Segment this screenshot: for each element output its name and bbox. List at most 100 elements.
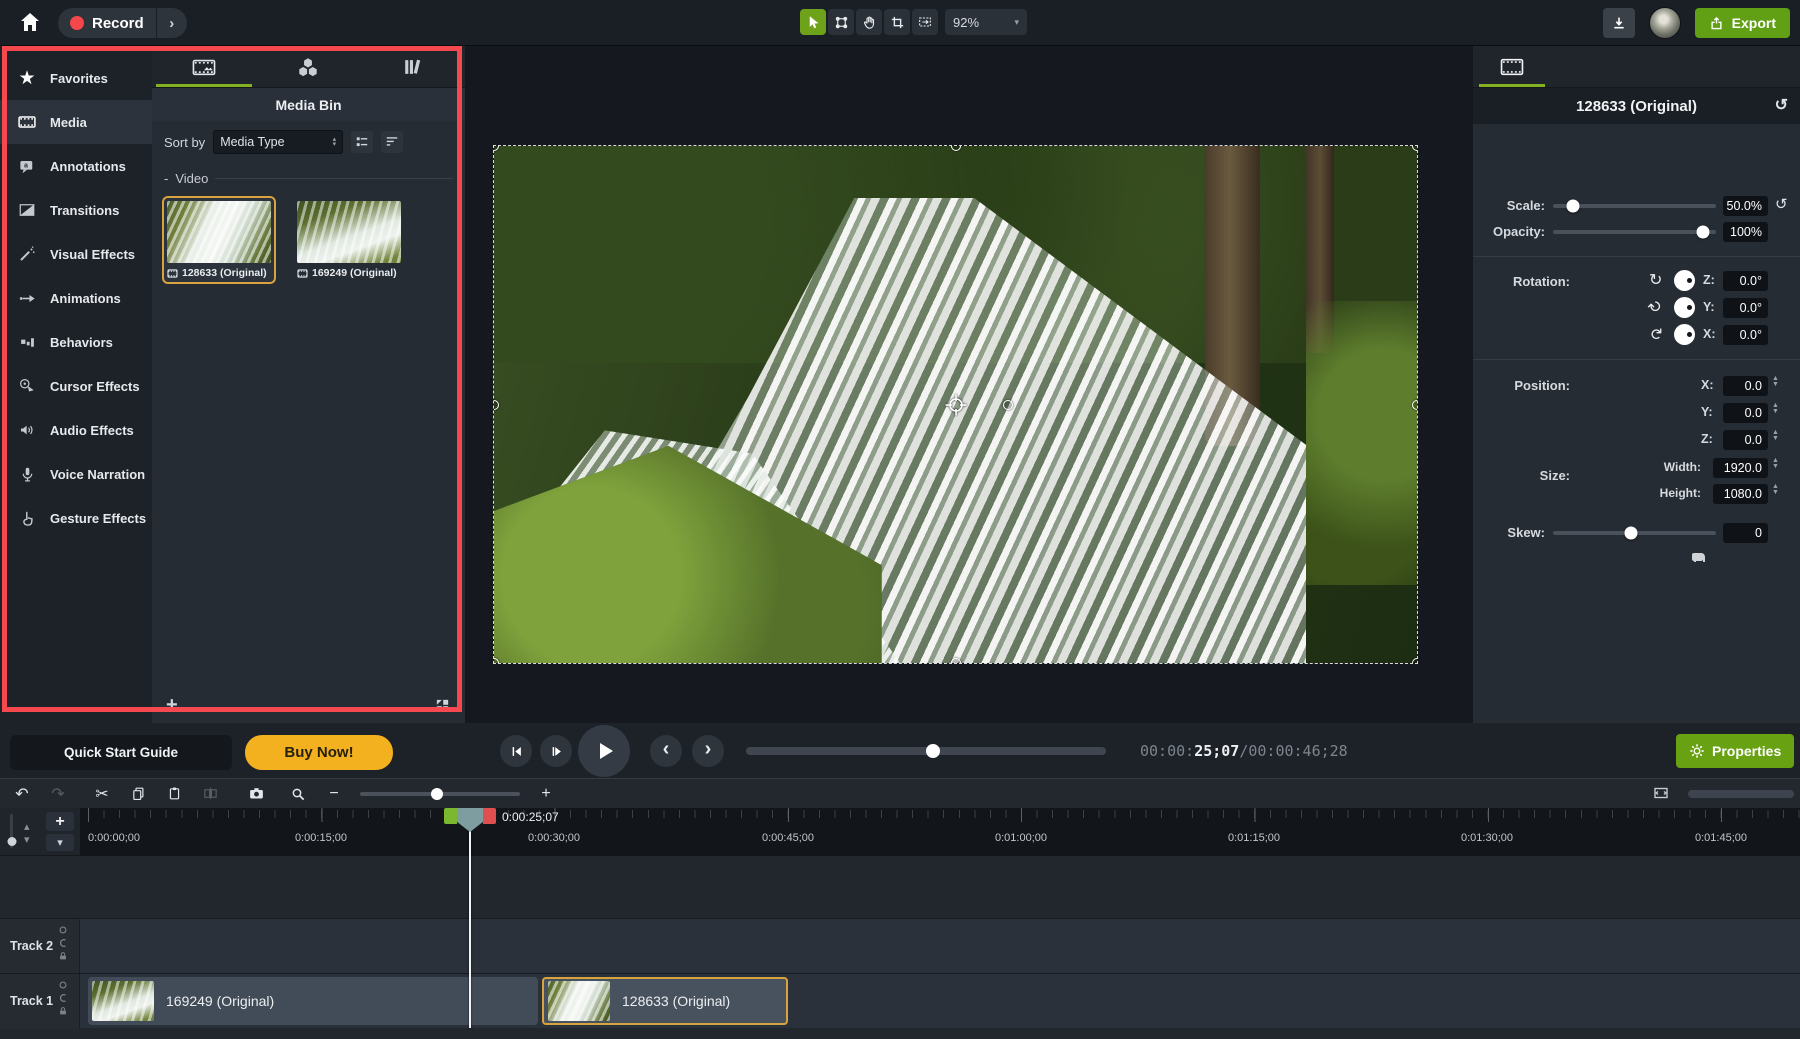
properties-toggle-button[interactable]: Properties	[1676, 734, 1794, 768]
size-height-value[interactable]: 1080.0	[1713, 484, 1768, 504]
position-y-value[interactable]: 0.0	[1723, 403, 1768, 423]
pan-tool-button[interactable]	[856, 9, 882, 35]
track-visibility-icon[interactable]	[58, 925, 68, 935]
previous-frame-button[interactable]	[500, 735, 532, 767]
selection-out-handle[interactable]	[483, 808, 496, 824]
media-card-169249[interactable]: 169249 (Original)	[292, 196, 406, 284]
canvas-area[interactable]	[465, 46, 1473, 723]
quick-start-guide-button[interactable]: Quick Start Guide	[10, 735, 232, 770]
rotation-x-dial[interactable]	[1674, 324, 1695, 345]
track-magnet-icon[interactable]	[58, 938, 68, 948]
jump-next-button[interactable]: ›	[692, 735, 724, 767]
zoom-tool-button[interactable]	[288, 784, 308, 804]
scale-value[interactable]: 50.0%	[1723, 196, 1768, 216]
media-card-128633[interactable]: 128633 (Original)	[162, 196, 276, 284]
undo-button[interactable]: ↶	[12, 784, 32, 804]
video-group-header[interactable]: - Video	[152, 163, 465, 192]
center-target-icon[interactable]	[944, 393, 968, 417]
rotate-z-icon[interactable]: ↻	[1649, 270, 1662, 290]
track-lock-icon[interactable]	[58, 1006, 68, 1016]
home-button[interactable]	[18, 10, 46, 36]
track-2-lane[interactable]	[80, 919, 1800, 974]
sidebar-item-annotations[interactable]: a Annotations	[0, 144, 152, 188]
paste-button[interactable]	[164, 784, 184, 804]
video-preview[interactable]	[494, 146, 1417, 663]
screenshot-button[interactable]	[246, 784, 266, 804]
resize-handle-s[interactable]	[951, 658, 961, 663]
resize-handle-se[interactable]	[1412, 658, 1417, 663]
download-button[interactable]	[1603, 8, 1635, 38]
sidebar-item-audio-effects[interactable]: Audio Effects	[0, 408, 152, 452]
sidebar-item-favorites[interactable]: ★ Favorites	[0, 56, 152, 100]
rotation-y-value[interactable]: 0.0°	[1723, 298, 1768, 318]
user-avatar[interactable]	[1649, 7, 1681, 39]
tab-visual-properties[interactable]	[1473, 46, 1551, 87]
fit-timeline-button[interactable]	[1652, 784, 1670, 802]
opacity-slider[interactable]	[1553, 230, 1716, 234]
anchor-point-handle[interactable]	[1003, 400, 1013, 410]
record-button[interactable]: Record	[58, 8, 156, 38]
jump-previous-button[interactable]: ‹	[650, 735, 682, 767]
size-width-stepper[interactable]: ▲▼	[1772, 458, 1779, 470]
reset-all-icon[interactable]: ↺	[1775, 95, 1788, 115]
track-height-stepper[interactable]: ▴▾	[24, 820, 30, 846]
scale-reset-icon[interactable]: ↺	[1775, 195, 1788, 213]
rotate-y-icon[interactable]: ↻	[1644, 295, 1668, 319]
track-visibility-icon[interactable]	[58, 980, 68, 990]
tab-assets[interactable]	[361, 46, 465, 87]
sidebar-item-visual-effects[interactable]: Visual Effects	[0, 232, 152, 276]
split-button[interactable]	[200, 784, 220, 804]
sort-by-select[interactable]: Media Type ▴▾	[213, 130, 343, 154]
sidebar-item-cursor-effects[interactable]: Cursor Effects	[0, 364, 152, 408]
play-button[interactable]	[578, 725, 630, 777]
export-button[interactable]: Export	[1695, 8, 1790, 38]
timeline-ruler[interactable]: 0:00:00;00 0:00:15;00 0:00:30;00 0:00:45…	[80, 808, 1800, 855]
rotate-x-icon[interactable]: ↻	[1646, 327, 1666, 340]
scale-slider[interactable]	[1553, 204, 1716, 208]
rotation-y-dial[interactable]	[1674, 297, 1695, 318]
track-1-lane[interactable]: 169249 (Original) 128633 (Original)	[80, 974, 1800, 1029]
grid-view-button[interactable]	[434, 697, 451, 714]
position-y-stepper[interactable]: ▲▼	[1772, 403, 1779, 415]
track-lock-icon[interactable]	[58, 951, 68, 961]
tab-library[interactable]	[256, 46, 360, 87]
resize-handle-e[interactable]	[1412, 400, 1417, 410]
seek-thumb[interactable]	[926, 744, 940, 758]
opacity-value[interactable]: 100%	[1723, 222, 1768, 242]
track-magnet-icon[interactable]	[58, 993, 68, 1003]
details-view-button[interactable]	[381, 131, 403, 153]
next-frame-button[interactable]	[540, 735, 572, 767]
timeline-empty-area[interactable]	[0, 855, 1800, 918]
add-media-button[interactable]: +	[166, 694, 178, 717]
buy-now-button[interactable]: Buy Now!	[245, 735, 393, 770]
edge-trim-tool-button[interactable]	[912, 9, 938, 35]
clip-128633[interactable]: 128633 (Original)	[542, 977, 788, 1025]
record-options-button[interactable]: ›	[157, 8, 187, 38]
skew-slider[interactable]	[1553, 531, 1716, 535]
sidebar-item-media[interactable]: Media	[0, 100, 152, 144]
selection-in-handle[interactable]	[444, 808, 457, 824]
copy-button[interactable]	[128, 784, 148, 804]
position-z-stepper[interactable]: ▲▼	[1772, 430, 1779, 442]
position-x-stepper[interactable]: ▲▼	[1772, 376, 1779, 388]
sidebar-item-gesture-effects[interactable]: Gesture Effects	[0, 496, 152, 540]
track-height-slider[interactable]	[10, 814, 13, 848]
aspect-lock-icon[interactable]	[1692, 553, 1800, 561]
tab-media-bin[interactable]	[152, 46, 256, 87]
crop-tool-button[interactable]	[884, 9, 910, 35]
sidebar-item-animations[interactable]: Animations	[0, 276, 152, 320]
position-z-value[interactable]: 0.0	[1723, 430, 1768, 450]
redo-button[interactable]: ↷	[48, 784, 68, 804]
cut-button[interactable]: ✂	[92, 784, 112, 804]
skew-value[interactable]: 0	[1723, 523, 1768, 543]
zoom-in-button[interactable]: +	[536, 784, 556, 804]
rotation-z-dial[interactable]	[1674, 270, 1695, 291]
timeline-zoom-slider[interactable]	[360, 792, 520, 796]
sidebar-item-voice-narration[interactable]: Voice Narration	[0, 452, 152, 496]
transform-tool-button[interactable]	[828, 9, 854, 35]
seek-slider[interactable]	[746, 747, 1106, 755]
rotation-x-value[interactable]: 0.0°	[1723, 325, 1768, 345]
size-width-value[interactable]: 1920.0	[1713, 458, 1768, 478]
zoom-out-button[interactable]: −	[324, 784, 344, 804]
canvas-zoom-select[interactable]: 92% ▾	[945, 9, 1027, 35]
